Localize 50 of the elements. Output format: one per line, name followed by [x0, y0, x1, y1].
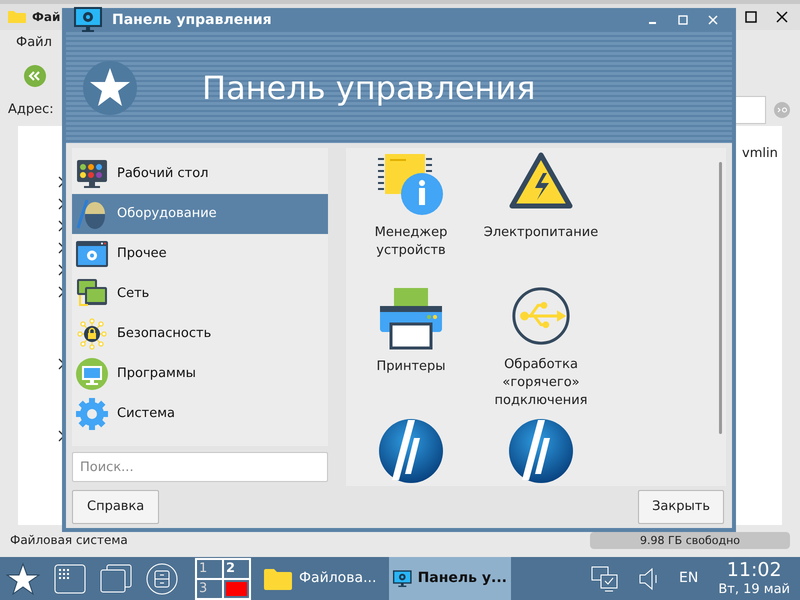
star-icon[interactable] [6, 562, 40, 596]
free-space-bar: 9.98 ГБ свободно [590, 532, 790, 549]
maximize-icon[interactable] [745, 11, 757, 23]
window-title: Фай [32, 9, 60, 26]
applet-label[interactable]: Принтеры [348, 358, 474, 376]
applet-label[interactable]: Обработка «горячего» подключения [478, 356, 604, 410]
keyboard-layout[interactable]: EN [679, 568, 698, 589]
network-monitors-icon[interactable] [591, 566, 620, 592]
monitor-icon [75, 157, 109, 191]
close-button[interactable]: Закрыть [638, 490, 724, 524]
sidebar-item[interactable]: Рабочий стол [72, 154, 328, 194]
address-label: Адрес: [8, 101, 54, 120]
address-field[interactable] [734, 96, 766, 124]
circle-logo-icon [378, 418, 444, 484]
sidebar-item[interactable]: Система [72, 394, 328, 434]
taskbar-task[interactable]: Файлова... [259, 557, 381, 600]
app-grid-icon[interactable] [54, 564, 86, 594]
folder-icon [263, 566, 293, 590]
clock-date: Вт, 19 май [718, 580, 790, 598]
status-text: Файловая система [10, 532, 128, 549]
window-title: Панель управления [112, 10, 272, 30]
cabinet-circle-icon[interactable] [146, 562, 178, 594]
workspace-switcher[interactable]: 3 [196, 578, 223, 598]
star-logo-icon [82, 60, 138, 116]
windows-icon[interactable] [100, 564, 132, 594]
workspace-switcher[interactable]: 2 [223, 558, 250, 578]
taskbar-task[interactable]: Панель у... [389, 557, 511, 600]
sidebar-item[interactable]: Прочее [72, 234, 328, 274]
workspace-switcher[interactable]: 1 [196, 558, 223, 578]
monitor-circle-icon [75, 357, 109, 391]
menu-item[interactable]: Файл [16, 33, 52, 53]
sidebar-item[interactable]: Сеть [72, 274, 328, 314]
speaker-icon[interactable] [639, 566, 660, 590]
banner-title: Панель управления [202, 68, 536, 108]
clock-time: 11:02 [726, 560, 782, 580]
monitor-gear-icon [74, 7, 102, 33]
scrollbar[interactable] [719, 162, 722, 434]
folder-icon [8, 10, 26, 24]
sidebar-item[interactable]: Программы [72, 354, 328, 394]
padlock-network-icon [75, 317, 109, 351]
sidebar-item[interactable]: Безопасность [72, 314, 328, 354]
applet-label[interactable]: Электропитание [478, 224, 604, 242]
gear-icon [75, 397, 109, 431]
search-field[interactable]: Поиск... [72, 452, 328, 482]
circle-logo-icon [508, 418, 574, 484]
close-icon[interactable] [776, 11, 788, 23]
file-name[interactable]: vmlin [742, 144, 778, 164]
sidebar-item[interactable]: Оборудование [72, 194, 328, 234]
help-button[interactable]: Справка [72, 490, 160, 524]
applet-label[interactable]: Менеджер устройств [348, 224, 474, 260]
